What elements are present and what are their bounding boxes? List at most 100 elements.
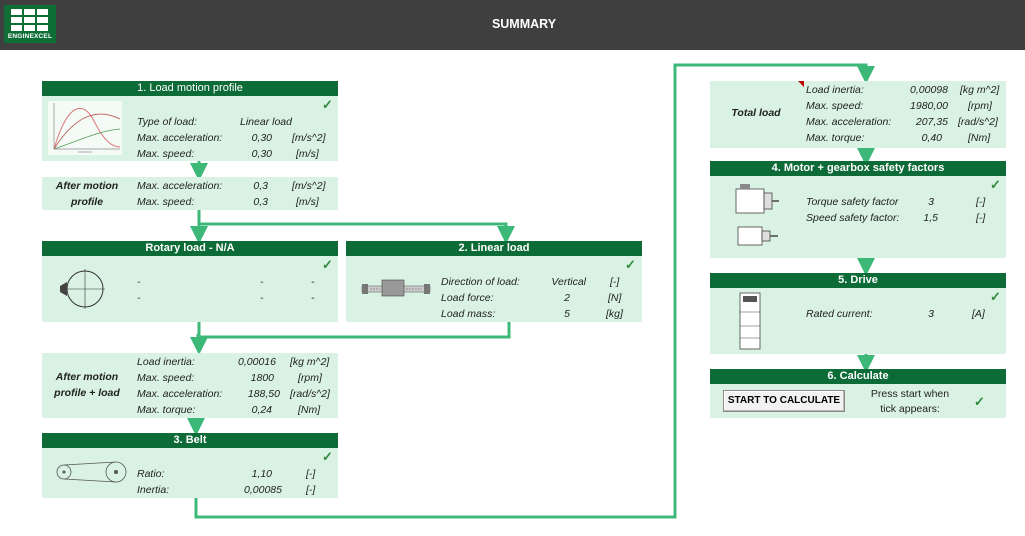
after-max-acceleration-value: 0,3 bbox=[253, 180, 268, 192]
speed-safety-label: Speed safety factor: bbox=[806, 212, 900, 224]
direction-of-load-value: Vertical bbox=[551, 276, 586, 288]
servo-drive-icon bbox=[739, 292, 761, 350]
after-load-label-2: profile + load bbox=[54, 387, 120, 399]
calculate-hint-line1: Press start when bbox=[870, 388, 950, 400]
rated-current-unit: [A] bbox=[972, 308, 985, 320]
after-load-acc-unit: [rad/s^2] bbox=[290, 388, 330, 400]
rotary-row2-label: - bbox=[137, 292, 141, 304]
rotary-row1-unit: - bbox=[311, 276, 315, 288]
belt-inertia-unit: [-] bbox=[306, 484, 316, 496]
total-inertia-value: 0,00098 bbox=[910, 84, 948, 96]
max-acceleration-label: Max. acceleration: bbox=[137, 132, 223, 144]
speed-safety-unit: [-] bbox=[976, 212, 986, 224]
max-acceleration-unit: [m/s^2] bbox=[292, 132, 326, 144]
comment-marker bbox=[798, 81, 804, 87]
load-force-label: Load force: bbox=[441, 292, 494, 304]
calculate-header: 6. Calculate bbox=[710, 369, 1006, 384]
motor-icon bbox=[735, 184, 779, 214]
rotary-disc-icon bbox=[60, 269, 105, 309]
belt-ratio-label: Ratio: bbox=[137, 468, 165, 480]
check-icon: ✓ bbox=[990, 177, 1001, 192]
page-title: SUMMARY bbox=[491, 17, 557, 31]
check-icon: ✓ bbox=[990, 289, 1001, 304]
load-motion-profile-header: 1. Load motion profile bbox=[42, 81, 338, 96]
after-load-torque-label: Max. torque: bbox=[137, 404, 196, 416]
max-speed-label: Max. speed: bbox=[137, 148, 195, 160]
rotary-load-header: Rotary load - N/A bbox=[42, 241, 338, 256]
total-torque-unit: [Nm] bbox=[968, 132, 991, 144]
direction-of-load-unit: [-] bbox=[610, 276, 620, 288]
rotary-row2-unit: - bbox=[311, 292, 315, 304]
max-acceleration-value: 0,30 bbox=[251, 132, 272, 144]
after-max-acceleration-label: Max. acceleration: bbox=[137, 180, 223, 192]
type-of-load-label: Type of load: bbox=[137, 116, 197, 128]
total-speed-value: 1980,00 bbox=[910, 100, 948, 112]
start-to-calculate-button[interactable]: START TO CALCULATE bbox=[723, 390, 845, 412]
motion-profile-chart-icon bbox=[48, 101, 122, 155]
total-torque-label: Max. torque: bbox=[806, 132, 865, 144]
logo-text: ENGINEXCEL bbox=[7, 33, 53, 40]
rated-current-label: Rated current: bbox=[806, 308, 873, 320]
safety-factors-header: 4. Motor + gearbox safety factors bbox=[710, 161, 1006, 176]
load-force-unit: [N] bbox=[608, 292, 622, 304]
total-torque-value: 0,40 bbox=[921, 132, 942, 144]
after-load-acc-value: 188,50 bbox=[247, 388, 280, 400]
check-icon: ✓ bbox=[974, 394, 985, 409]
after-load-inertia-label: Load inertia: bbox=[137, 356, 195, 368]
linear-actuator-icon bbox=[361, 279, 431, 297]
load-mass-value: 5 bbox=[564, 308, 570, 320]
rotary-row1-value: - bbox=[260, 276, 264, 288]
after-max-acceleration-unit: [m/s^2] bbox=[292, 180, 326, 192]
after-load-label-1: After motion bbox=[55, 371, 119, 383]
belt-inertia-label: Inertia: bbox=[137, 484, 170, 496]
drive-header: 5. Drive bbox=[710, 273, 1006, 288]
max-speed-value: 0,30 bbox=[251, 148, 272, 160]
after-max-speed-unit: [m/s] bbox=[296, 196, 319, 208]
load-mass-unit: [kg] bbox=[606, 308, 623, 320]
after-load-torque-value: 0,24 bbox=[251, 404, 272, 416]
linear-load-header: 2. Linear load bbox=[346, 241, 642, 256]
rotary-row1-label: - bbox=[137, 276, 141, 288]
max-speed-unit: [m/s] bbox=[296, 148, 319, 160]
check-icon: ✓ bbox=[322, 449, 333, 464]
load-mass-label: Load mass: bbox=[441, 308, 496, 320]
after-max-speed-label: Max. speed: bbox=[137, 196, 195, 208]
load-force-value: 2 bbox=[564, 292, 570, 304]
after-max-speed-value: 0,3 bbox=[253, 196, 268, 208]
after-load-speed-label: Max. speed: bbox=[137, 372, 195, 384]
after-load-speed-unit: [rpm] bbox=[298, 372, 322, 384]
direction-of-load-label: Direction of load: bbox=[441, 276, 520, 288]
after-motion-label-2: profile bbox=[70, 196, 104, 208]
belt-header: 3. Belt bbox=[42, 433, 338, 448]
type-of-load-value: Linear load bbox=[240, 116, 292, 128]
torque-safety-unit: [-] bbox=[976, 196, 986, 208]
check-icon: ✓ bbox=[625, 257, 636, 272]
rated-current-value: 3 bbox=[928, 308, 934, 320]
speed-safety-value: 1,5 bbox=[923, 212, 938, 224]
calculate-hint-line2: tick appears: bbox=[880, 403, 940, 415]
total-acc-label: Max. acceleration: bbox=[806, 116, 892, 128]
after-load-acc-label: Max. acceleration: bbox=[137, 388, 223, 400]
total-acc-unit: [rad/s^2] bbox=[958, 116, 998, 128]
rotary-row2-value: - bbox=[260, 292, 264, 304]
belt-inertia-value: 0,00085 bbox=[244, 484, 282, 496]
total-acc-value: 207,35 bbox=[915, 116, 948, 128]
belt-ratio-unit: [-] bbox=[306, 468, 316, 480]
total-speed-label: Max. speed: bbox=[806, 100, 864, 112]
total-load-label: Total load bbox=[731, 107, 781, 119]
torque-safety-label: Torque safety factor bbox=[806, 196, 899, 208]
after-load-inertia-unit: [kg m^2] bbox=[290, 356, 330, 368]
check-icon: ✓ bbox=[322, 257, 333, 272]
total-speed-unit: [rpm] bbox=[968, 100, 992, 112]
total-inertia-label: Load inertia: bbox=[806, 84, 864, 96]
after-load-speed-value: 1800 bbox=[250, 372, 274, 384]
after-load-inertia-value: 0,00016 bbox=[238, 356, 276, 368]
belt-pulley-icon bbox=[56, 461, 127, 483]
belt-ratio-value: 1,10 bbox=[251, 468, 272, 480]
title-bar: ENGINEXCEL SUMMARY bbox=[0, 0, 1025, 50]
torque-safety-value: 3 bbox=[928, 196, 934, 208]
total-inertia-unit: [kg m^2] bbox=[960, 84, 1000, 96]
after-motion-label-1: After motion bbox=[55, 180, 119, 192]
after-load-torque-unit: [Nm] bbox=[298, 404, 321, 416]
check-icon: ✓ bbox=[322, 97, 333, 112]
